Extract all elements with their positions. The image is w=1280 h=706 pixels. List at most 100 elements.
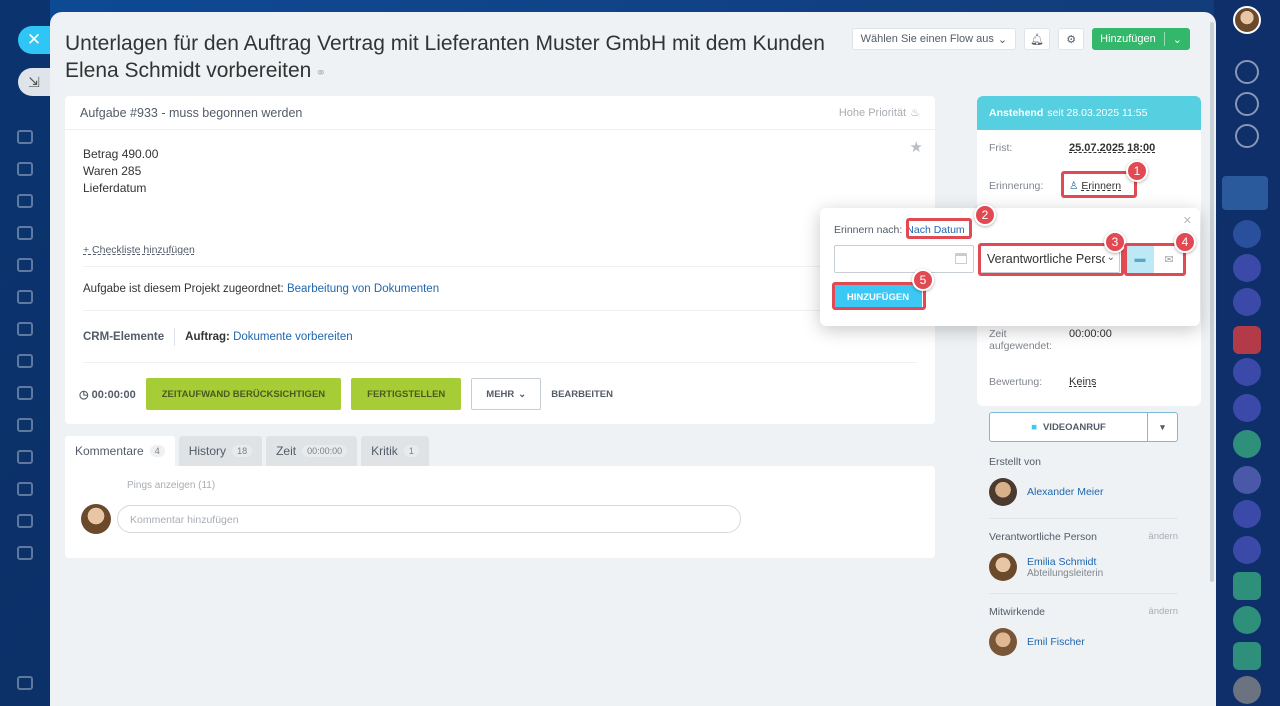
avatar [989,553,1017,581]
gear-icon: ⚙ [1066,33,1077,46]
time-spent-row: Zeit aufgewendet: 00:00:00 [989,328,1189,352]
bell-icon[interactable] [1235,60,1259,84]
menu-icon[interactable] [17,322,33,336]
tab-comments[interactable]: Kommentare 4 [65,436,175,466]
bell-button[interactable]: 🔔︎ [1024,28,1051,50]
chat-icon[interactable] [1233,394,1261,422]
flow-select[interactable]: Wählen Sie einen Flow aus ⌄ [851,28,1017,50]
project-link[interactable]: Bearbeitung von Dokumenten [287,283,439,295]
step-marker: 1 [1126,160,1148,182]
participant-link[interactable]: Emil Fischer [1027,636,1085,648]
chat-icon[interactable] [1233,358,1261,386]
more-label: MEHR [486,388,515,400]
close-slider-button[interactable]: ✕ [18,26,50,54]
menu-icon[interactable] [17,514,33,528]
created-by-label: Erstellt von [989,456,1041,468]
tab-time[interactable]: Zeit 00:00:00 [266,436,358,466]
calendar-icon[interactable] [955,253,967,264]
edit-button[interactable]: BEARBEITEN [551,389,613,400]
participants-label: Mitwirkende ändern [989,606,1178,618]
lock-icon[interactable] [1233,536,1261,564]
close-icon: ✕ [26,30,42,49]
menu-icon[interactable] [17,162,33,176]
add-reminder-button[interactable]: HINZUFÜGEN [834,284,922,310]
crm-link[interactable]: Dokumente vorbereiten [233,331,353,343]
video-call-button[interactable]: ■ VIDEOANRUF ▾ [989,412,1178,442]
scrollbar[interactable] [1210,22,1214,582]
description-line: Betrag 490.00 [83,147,159,161]
menu-icon[interactable] [17,482,33,496]
star-icon[interactable]: ★ [910,138,923,156]
deadline-value[interactable]: 25.07.2025 18:00 [1069,142,1155,154]
checkbox-icon[interactable] [1233,642,1261,670]
settings-button[interactable]: ⚙ [1058,28,1085,50]
recipient-select[interactable]: Verantwortliche Person ⌄ [980,245,1120,273]
chat-search-icon[interactable] [1235,124,1259,148]
comment-input[interactable]: Kommentar hinzufügen [117,505,741,533]
divider [174,328,176,346]
timer[interactable]: ◷ 00:00:00 [79,388,136,401]
responsible: Emilia Schmidt Abteilungsleiterin [989,553,1178,581]
rating-label: Bewertung: [989,376,1043,388]
lock-icon[interactable] [1233,466,1261,494]
task-header: Aufgabe #933 - muss begonnen werden Hohe… [65,96,935,130]
menu-icon[interactable] [17,194,33,208]
crm-type: Auftrag: [185,331,230,343]
chat-icon[interactable] [1233,220,1261,248]
add-button[interactable]: Hinzufügen ⌄ [1092,28,1190,50]
minimize-slider-button[interactable]: ⇲ [18,68,50,96]
checkbox-icon[interactable] [1233,572,1261,600]
message-channel-toggle[interactable]: ▬ [1126,245,1154,273]
menu-icon[interactable] [17,546,33,560]
lock-icon[interactable] [1233,500,1261,528]
caret-down-icon: ▾ [1160,421,1165,432]
video-call-main[interactable]: ■ VIDEOANRUF [990,422,1147,433]
tab-criticism[interactable]: Kritik 1 [361,436,429,466]
remind-by-select[interactable]: Nach Datum [906,224,964,236]
target-icon[interactable] [1235,92,1259,116]
change-participants-link[interactable]: ändern [1148,606,1178,618]
menu-icon[interactable] [17,354,33,368]
remind-label: Erinnern [1081,180,1122,192]
menu-icon[interactable] [17,226,33,240]
date-input[interactable] [834,245,974,273]
chat-icon[interactable] [1233,254,1261,282]
menu-icon[interactable] [17,418,33,432]
tab-history[interactable]: History 18 [178,436,263,466]
chat-icon[interactable] [1233,288,1261,316]
flame-icon: ♨ [910,107,920,119]
printer-icon[interactable] [17,676,33,690]
remind-button[interactable]: ♙ Erinnern [1069,180,1121,192]
task-status-title: Aufgabe #933 - muss begonnen werden [80,105,303,120]
creator-link[interactable]: Alexander Meier [1027,486,1103,498]
creator: Alexander Meier [989,478,1178,506]
show-pings-link[interactable]: Pings anzeigen (11) [127,480,215,491]
responsible-link[interactable]: Emilia Schmidt [1027,556,1103,568]
active-chat-avatar[interactable] [1222,176,1268,210]
remind-by-label: Erinnern nach: [834,224,903,236]
menu-icon[interactable] [17,130,33,144]
priority-toggle[interactable]: Hohe Priorität ♨ [839,106,920,120]
crm-row: CRM-Elemente Auftrag: Dokumente vorberei… [83,328,353,346]
lock-icon[interactable] [1233,606,1261,634]
avatar [81,504,111,534]
add-checklist-link[interactable]: + Checkliste hinzufügen [83,244,195,256]
user-avatar[interactable] [1233,6,1261,34]
link-icon[interactable]: ⚭ [315,65,326,80]
menu-icon[interactable] [17,450,33,464]
finish-button[interactable]: FERTIGSTELLEN [351,378,462,410]
project-row: Aufgabe ist diesem Projekt zugeordnet: B… [83,283,439,295]
menu-icon[interactable] [17,290,33,304]
task-icon[interactable] [1233,326,1261,354]
user-avatar[interactable] [1233,676,1261,704]
video-call-dropdown[interactable]: ▾ [1147,413,1177,441]
more-button[interactable]: MEHR ⌄ [471,378,542,410]
track-time-button[interactable]: ZEITAUFWAND BERÜCKSICHTIGEN [145,378,342,410]
bell-icon: ♙ [1069,180,1079,192]
close-icon[interactable]: ✕ [1183,214,1192,227]
menu-icon[interactable] [17,386,33,400]
change-responsible-link[interactable]: ändern [1148,531,1178,543]
lock-icon[interactable] [1233,430,1261,458]
rating-value[interactable]: Keins [1069,376,1097,388]
menu-icon[interactable] [17,258,33,272]
